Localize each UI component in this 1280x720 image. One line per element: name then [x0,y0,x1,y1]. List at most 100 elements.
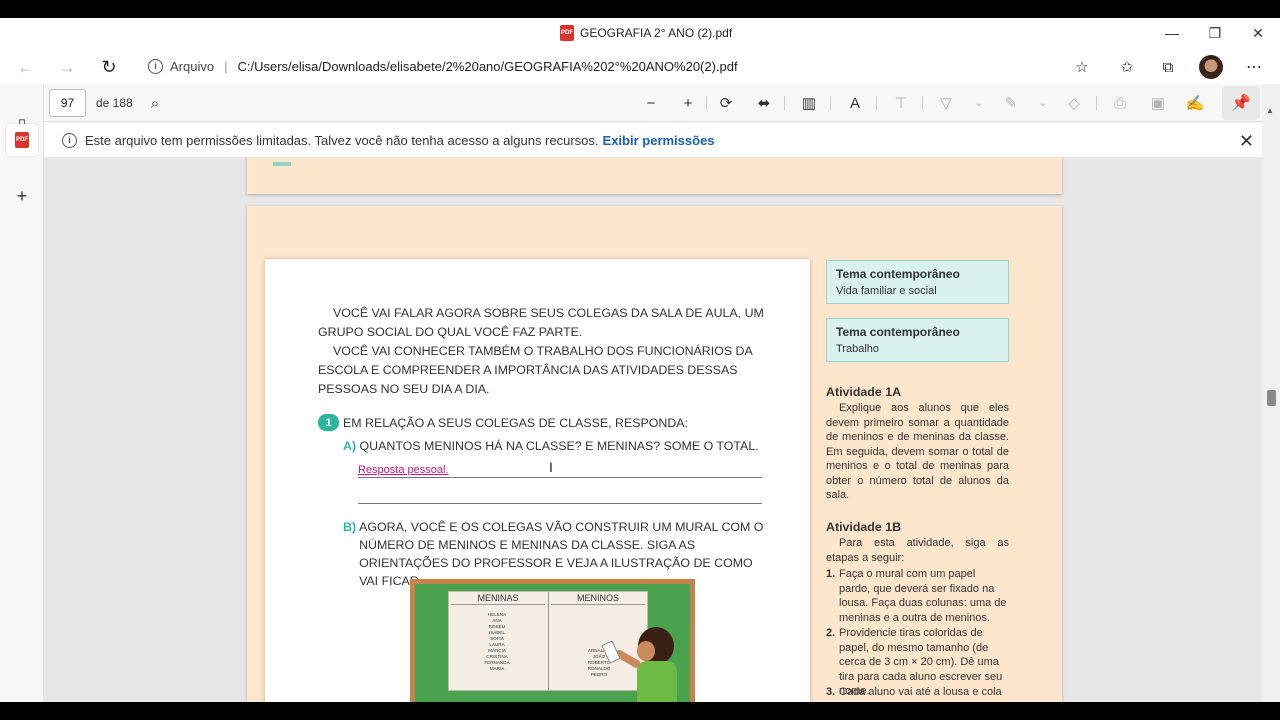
previous-page [247,158,1062,194]
mural-divider [548,592,549,690]
pin-toolbar-icon[interactable]: 📌 [1222,86,1260,120]
intro-paragraph-1: VOCÊ VAI FALAR AGORA SOBRE SEUS COLEGAS … [318,306,764,339]
activity-1b-title: Atividade 1B [826,520,902,534]
find-search-icon[interactable]: ⌕ [143,91,167,115]
tema-2-subtitle: Trabalho [836,343,880,355]
mural-name: MARIA [489,666,505,671]
view-permissions-link[interactable]: Exibir permissões [603,133,715,148]
read-aloud-icon[interactable]: A [843,91,867,115]
draw-dropdown-chevron-icon[interactable]: ⌄ [1031,91,1055,115]
page-total-label: de 188 [96,96,133,110]
permissions-message: Este arquivo tem permissões limitadas. T… [85,132,599,148]
answer-text: Resposta pessoal. [358,464,449,476]
restore-button[interactable]: ❐ [1200,22,1230,44]
student-page: VOCÊ VAI FALAR AGORA SOBRE SEUS COLEGAS … [265,259,810,702]
mural-boys-header: MENINOS [551,593,645,605]
zoom-out-icon[interactable]: − [639,91,663,115]
favorites-icon[interactable]: ✩ [1114,54,1140,80]
refresh-icon[interactable]: ↻ [96,54,122,80]
scroll-up-arrow-icon[interactable]: ▲ [1266,106,1274,115]
step-3-number: 3. [826,686,836,698]
highlight-icon[interactable]: ▽ [934,91,958,115]
save-icon[interactable]: ▣ [1146,91,1170,115]
illustration-credit: LIA KAUANI KUMADAKI [688,581,693,625]
step-3: 3. Cada aluno vai até a lousa e cola seu… [826,685,1009,702]
tema-1-title: Tema contemporâneo [836,267,960,281]
text-cursor-icon: I [549,459,553,475]
address-bar: ← → ↻ i Arquivo | C:/Users/elisa/Downloa… [0,48,1280,84]
minimize-button[interactable]: — [1157,22,1187,44]
activity-1a-title: Atividade 1A [826,385,902,399]
permissions-infobar: i Este arquivo tem permissões limitadas.… [44,123,1280,158]
window-title-text: GEOGRAFIA 2° ANO (2).pdf [580,26,733,40]
page-number-input[interactable]: 97 [49,89,86,117]
site-info-icon[interactable]: i [148,58,163,74]
profile-avatar[interactable] [1199,55,1223,79]
child-face [637,641,655,661]
pdf-tab-icon[interactable]: PDF [10,128,34,152]
question-a-letter: A) [343,439,357,453]
step-1-number: 1. [826,568,836,580]
zoom-in-icon[interactable]: + [676,91,700,115]
title-bar: PDF GEOGRAFIA 2° ANO (2).pdf — ❐ ✕ [0,18,1280,48]
bottom-black-band [0,702,1280,720]
scrollbar-thumb[interactable] [1267,390,1276,406]
tema-1-subtitle: Vida familiar e social [836,285,937,297]
close-infobar-icon[interactable]: ✕ [1239,131,1254,152]
vertical-tab-bar: ▯ PDF + [0,84,44,702]
toolbar-divider [922,96,923,110]
mural-illustration: MENINAS MENINOS HELENA ANA ROSELI ISABEL… [448,591,648,691]
tema-box-2: Tema contemporâneo Trabalho [826,318,1009,362]
fit-width-icon[interactable]: ⬌ [752,91,776,115]
close-window-button[interactable]: ✕ [1243,22,1273,44]
toolbar-divider [876,96,877,110]
print-icon[interactable]: ⎙ [1108,91,1132,115]
add-favorite-icon[interactable]: ☆ [1069,54,1095,80]
forward-arrow-icon[interactable]: → [54,54,80,80]
toolbar-divider [1096,96,1097,110]
question-a: A) QUANTOS MENINOS HÁ NA CLASSE? E MENIN… [343,437,759,455]
draw-icon[interactable]: ✎ [999,91,1023,115]
pdf-toolbar: 97 de 188 ⌕ − + ⟳ ⬌ ▥ A ⊤ ▽ ⌄ ✎ ⌄ ◇ ⎙ ▣ … [44,84,1280,122]
collections-icon[interactable]: ⧉ [1155,54,1181,80]
save-as-icon[interactable]: ✍ [1183,91,1207,115]
url-text[interactable]: C:/Users/elisa/Downloads/elisabete/2%20a… [237,59,737,74]
step-2-number: 2. [826,627,836,639]
new-tab-plus-icon[interactable]: + [10,184,34,208]
url-protocol-label: Arquivo [170,58,215,74]
eraser-icon[interactable]: ◇ [1062,91,1086,115]
vertical-scrollbar[interactable]: ▲ ▼ [1262,84,1280,702]
step-3-text: Cada aluno vai até a lousa e cola seu no… [839,686,1002,702]
answer-line-1 [358,477,762,478]
url-separator: | [224,58,228,74]
highlight-dropdown-chevron-icon[interactable]: ⌄ [967,91,991,115]
step-1: 1. Faça o mural com um papel pardo, que … [826,567,1009,625]
back-arrow-icon[interactable]: ← [13,54,39,80]
mural-name: PEDRO [590,672,608,677]
question-1-badge: 1 [318,414,339,431]
pdf-file-icon: PDF [560,25,574,41]
toolbar-divider [830,96,831,110]
intro-paragraph-2: VOCÊ VAI CONHECER TAMBÉM O TRABALHO DOS … [318,344,753,396]
browser-window: PDF GEOGRAFIA 2° ANO (2).pdf — ❐ ✕ ← → ↻… [0,18,1280,702]
question-b-letter: B) [343,520,357,534]
previous-page-accent [273,162,291,166]
step-1-text: Faça o mural com um papel pardo, que dev… [839,568,1007,624]
child-body [637,661,677,702]
tema-box-1: Tema contemporâneo Vida familiar e socia… [826,260,1009,304]
toolbar-divider [706,96,707,110]
mural-girls-header: MENINAS [451,593,545,605]
pdf-viewer[interactable]: VOCÊ VAI FALAR AGORA SOBRE SEUS COLEGAS … [44,158,1262,702]
window-title: PDF GEOGRAFIA 2° ANO (2).pdf [560,25,732,41]
rotate-icon[interactable]: ⟳ [714,91,738,115]
question-1-text: EM RELAÇÃO A SEUS COLEGAS DE CLASSE, RES… [343,416,688,430]
page-view-icon[interactable]: ▥ [797,91,821,115]
mural-girls-list: HELENA ANA ROSELI ISABEL SOFIA LAURA MÁR… [471,612,523,672]
info-icon: i [62,132,77,148]
answer-line-2 [358,503,762,504]
more-menu-icon[interactable]: ⋯ [1241,54,1267,80]
url-field[interactable]: i Arquivo | C:/Users/elisa/Downloads/eli… [136,51,1102,81]
pdf-page: VOCÊ VAI FALAR AGORA SOBRE SEUS COLEGAS … [247,206,1062,702]
activity-1b-text: Para esta atividade, siga as etapas a se… [826,537,1009,564]
text-box-icon[interactable]: ⊤ [889,91,913,115]
